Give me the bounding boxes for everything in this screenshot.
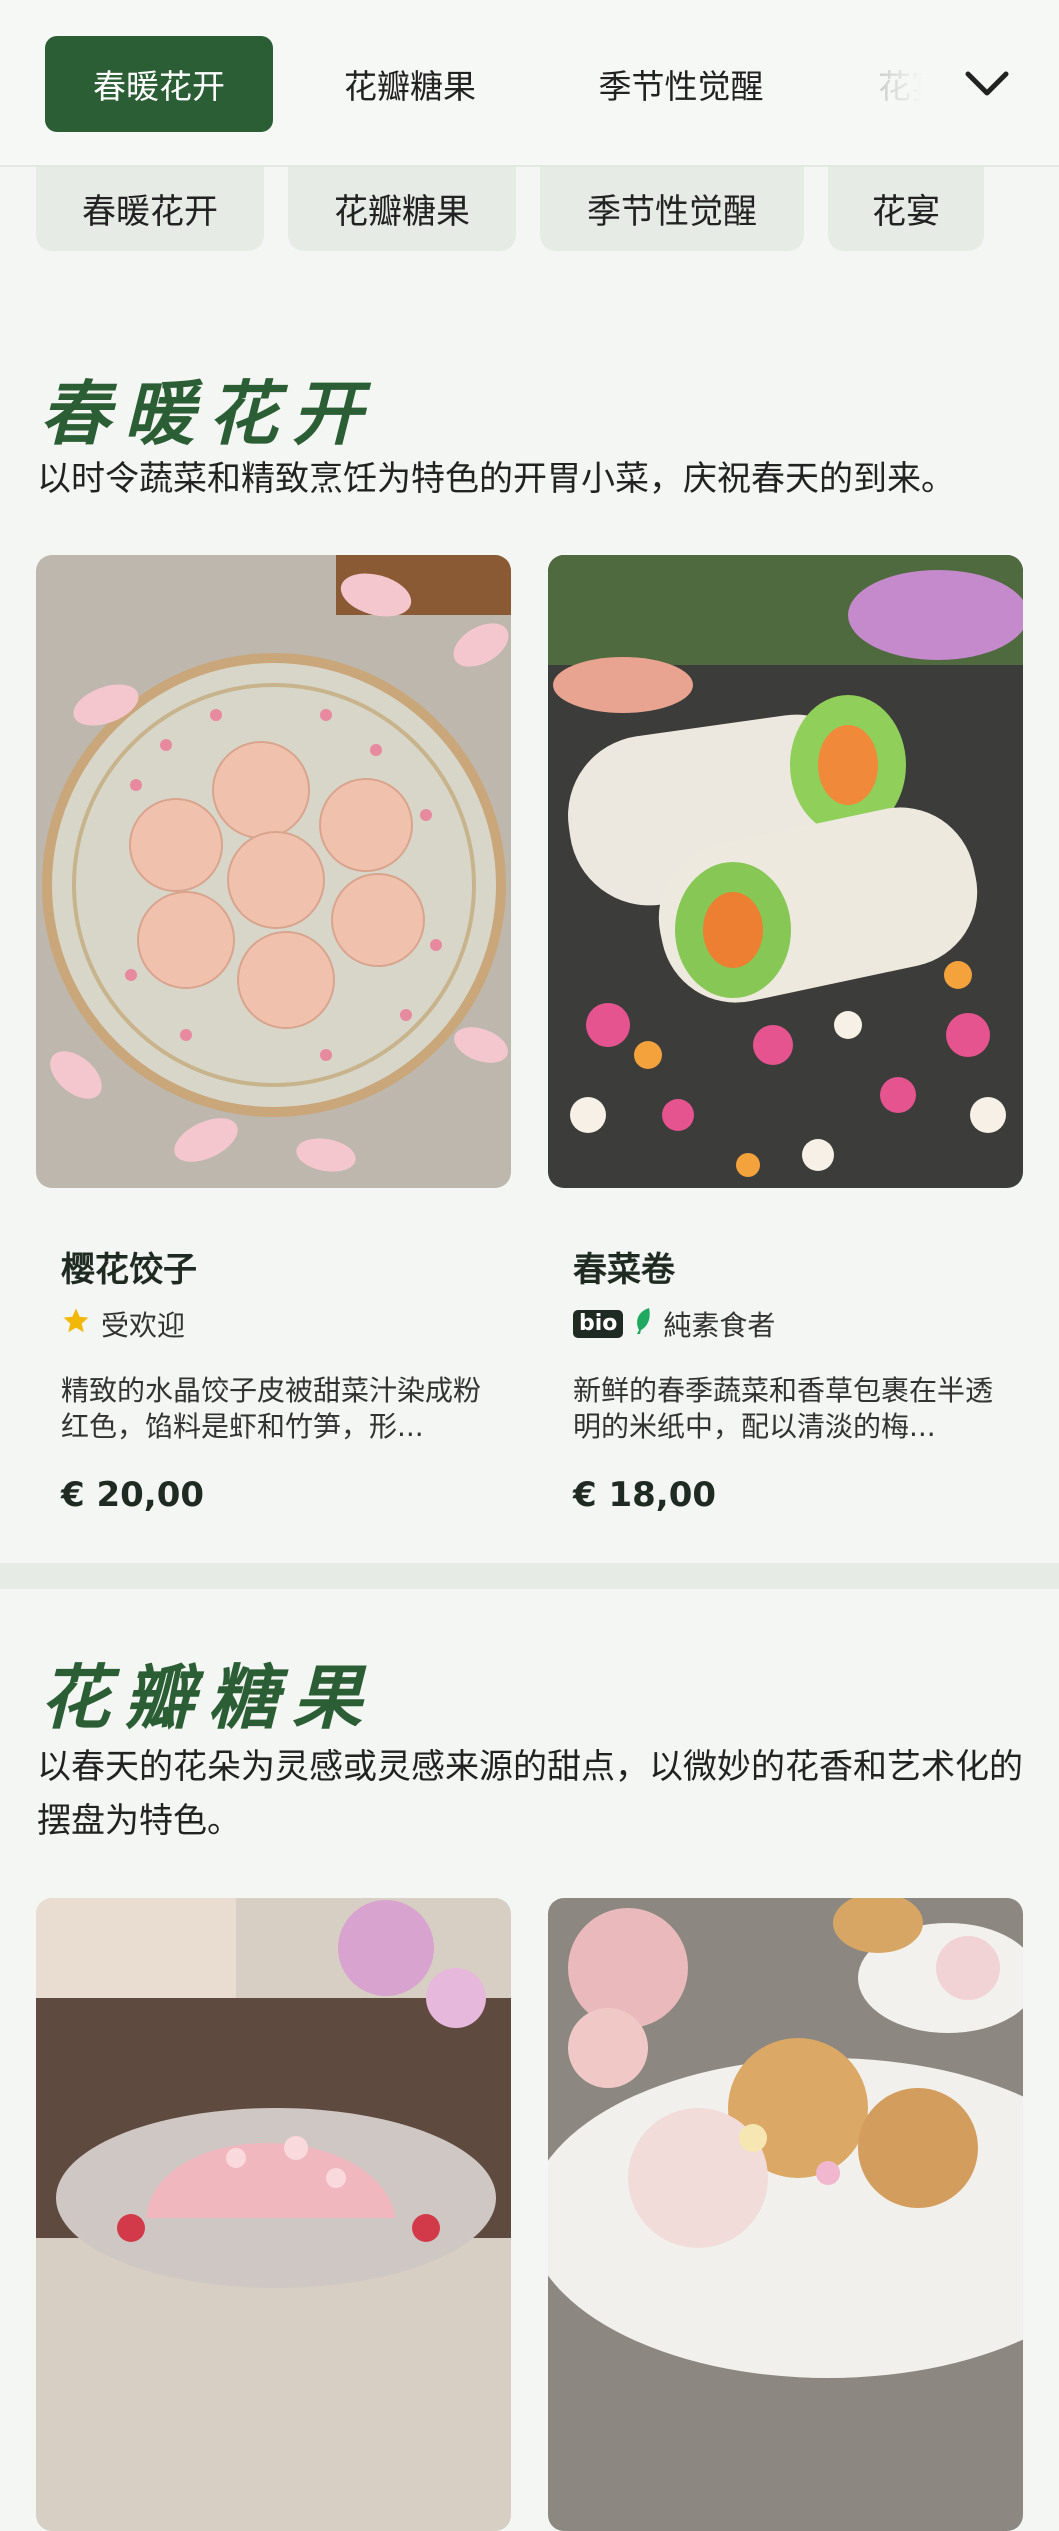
star-icon	[61, 1306, 91, 1343]
chevron-down-icon[interactable]	[955, 52, 1019, 116]
item-tag: 受欢迎	[61, 1305, 185, 1343]
item-name: 春菜卷	[573, 1250, 675, 1290]
section-title-spring: 春暖花开	[40, 372, 376, 455]
menu-card-dessert-1[interactable]	[36, 1898, 511, 2531]
bio-badge: bio	[573, 1310, 624, 1338]
section-description-petal-candy: 以春天的花朵为灵感或灵感来源的甜点，以微妙的花香和艺术化的摆盘为特色。	[37, 1747, 1023, 1841]
leaf-icon	[633, 1306, 653, 1343]
item-tag-label: 純素食者	[663, 1309, 776, 1342]
spring-rolls-photo	[548, 555, 1023, 1188]
category-tab-bar: 春暖花开 花瓣糖果 季节性觉醒 花宴	[0, 0, 1059, 167]
sakura-dumplings-photo	[36, 555, 511, 1188]
tab-fade	[860, 36, 950, 132]
item-name: 樱花饺子	[61, 1250, 197, 1290]
menu-card-spring-rolls[interactable]: 春菜卷 bio 純素食者 新鲜的春季蔬菜和香草包裹在半透明的米纸中，配以清淡的梅…	[548, 555, 1023, 1535]
item-tag: bio 純素食者	[573, 1305, 775, 1343]
section-title-petal-candy: 花瓣糖果	[40, 1656, 376, 1739]
item-description: 精致的水晶饺子皮被甜菜汁染成粉红色，馅料是虾和竹笋，形...	[61, 1374, 482, 1443]
item-price: € 18,00	[573, 1475, 717, 1515]
menu-card-dessert-2[interactable]	[548, 1898, 1023, 2531]
section-divider	[0, 1563, 1059, 1589]
item-description: 新鲜的春季蔬菜和香草包裹在半透明的米纸中，配以清淡的梅...	[573, 1374, 994, 1443]
tab-seasonal-awakening[interactable]: 季节性觉醒	[575, 36, 787, 132]
rose-petal-jelly-photo	[36, 1898, 511, 2531]
tab-spring[interactable]: 春暖花开	[45, 36, 273, 132]
item-tag-label: 受欢迎	[101, 1309, 186, 1342]
section-description-spring: 以时令蔬菜和精致烹饪为特色的开胃小菜，庆祝春天的到来。	[37, 459, 955, 499]
tab-petal-candy[interactable]: 花瓣糖果	[310, 36, 510, 132]
menu-card-sakura-dumplings[interactable]: 樱花饺子 受欢迎 精致的水晶饺子皮被甜菜汁染成粉红色，馅料是虾和竹笋，形... …	[36, 555, 511, 1535]
item-price: € 20,00	[61, 1475, 205, 1515]
floral-ice-cream-photo	[548, 1898, 1023, 2531]
